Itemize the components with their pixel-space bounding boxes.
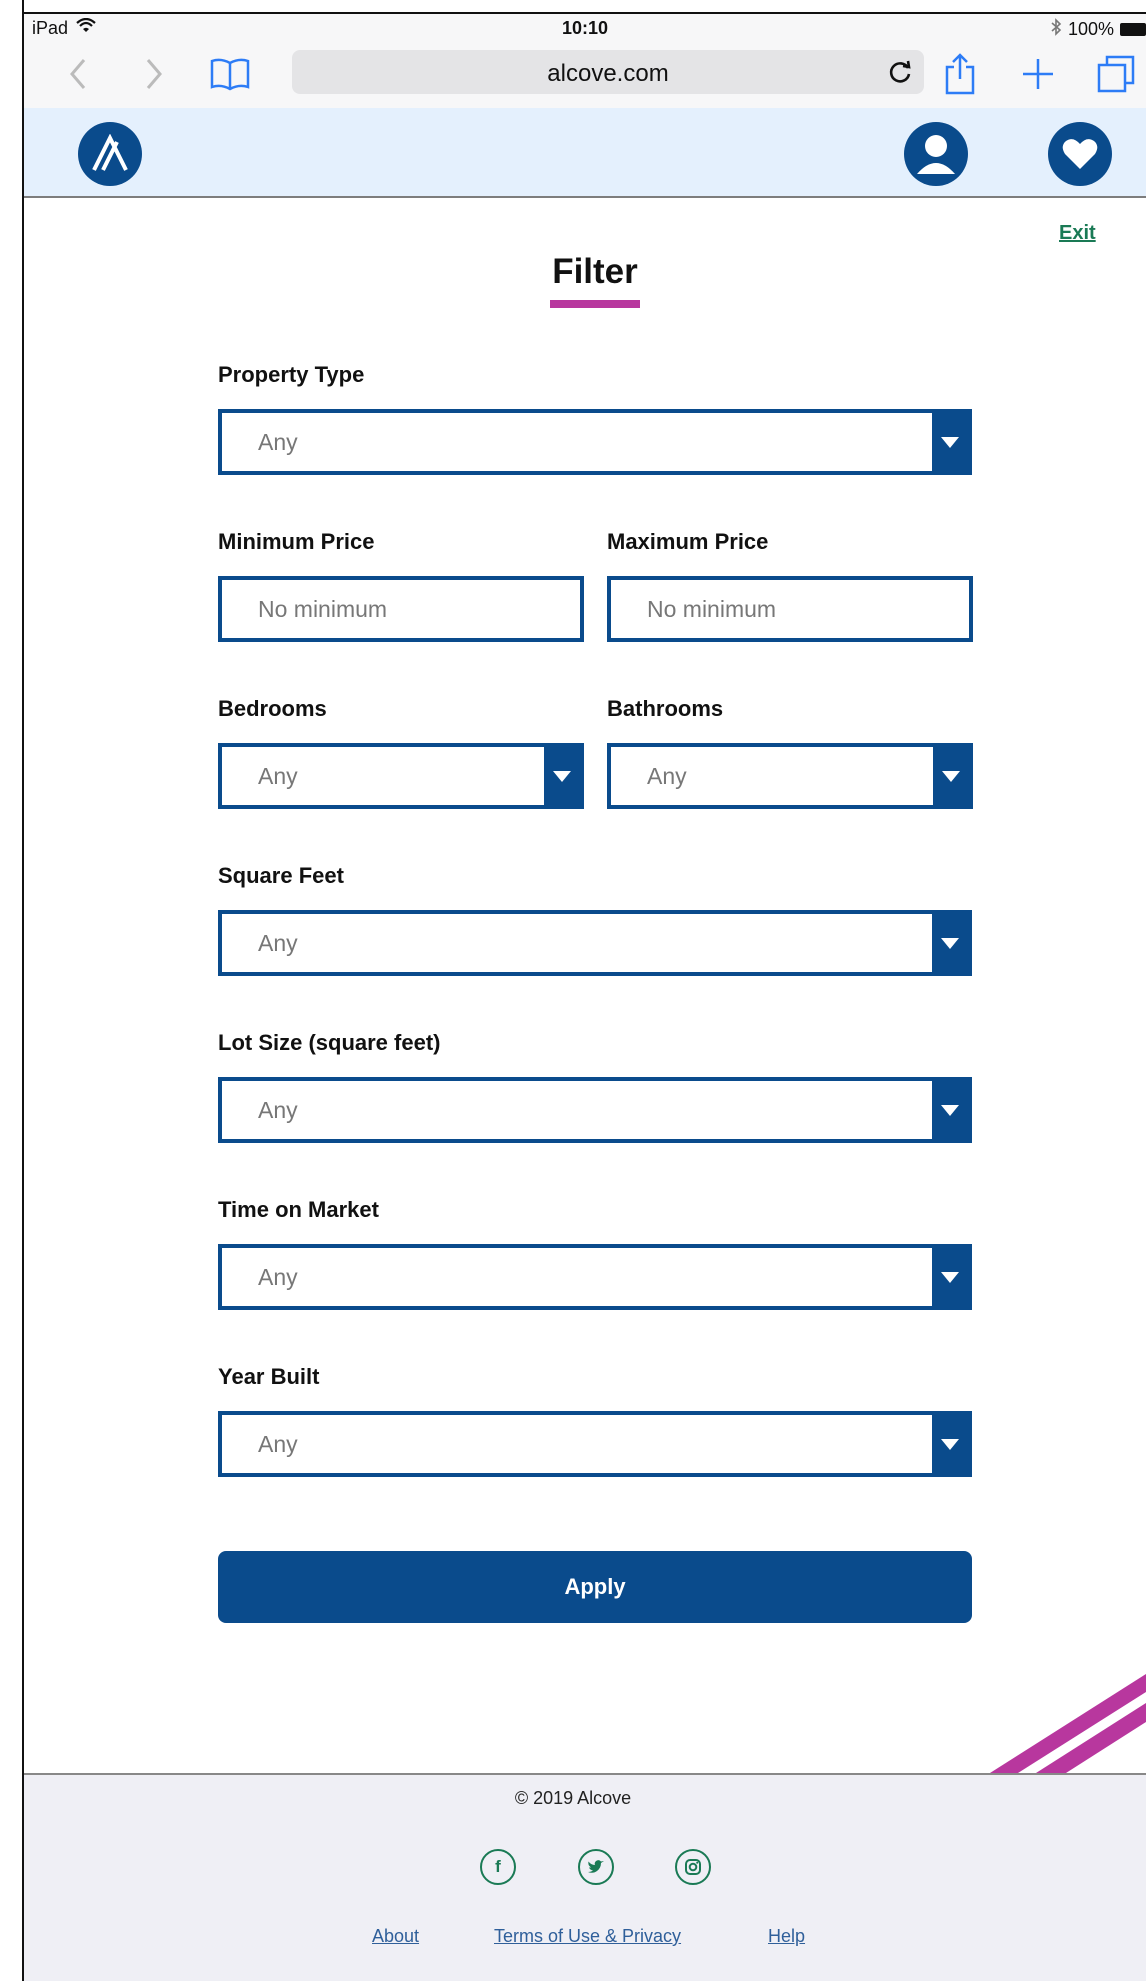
- bedrooms-value: Any: [258, 763, 298, 789]
- property-type-label: Property Type: [218, 362, 365, 387]
- page-title: Filter: [552, 252, 638, 291]
- battery-percent: 100%: [1067, 19, 1114, 39]
- max-price-label: Maximum Price: [607, 529, 769, 554]
- lot-size-select[interactable]: Any: [218, 1077, 972, 1143]
- lot-size-value: Any: [258, 1097, 298, 1123]
- frame-left-border: [22, 0, 24, 1981]
- new-tab-icon[interactable]: [1016, 52, 1060, 96]
- bathrooms-label: Bathrooms: [607, 696, 724, 721]
- bookmarks-icon[interactable]: [208, 52, 252, 96]
- chevron-down-icon: [932, 413, 968, 471]
- exit-link[interactable]: Exit: [1059, 222, 1096, 245]
- clock: 10:10: [561, 18, 609, 38]
- about-link[interactable]: About: [372, 1926, 419, 1947]
- max-price-input[interactable]: No minimum: [607, 576, 973, 642]
- terms-privacy-link[interactable]: Terms of Use & Privacy: [494, 1926, 681, 1947]
- bedrooms-label: Bedrooms: [218, 696, 327, 721]
- chevron-down-icon: [932, 914, 968, 972]
- reload-icon[interactable]: [884, 56, 916, 88]
- bedrooms-select[interactable]: Any: [218, 743, 584, 809]
- bathrooms-select[interactable]: Any: [607, 743, 973, 809]
- copyright-text: © 2019 Alcove: [514, 1788, 632, 1808]
- lot-size-label: Lot Size (square feet): [218, 1030, 441, 1055]
- min-price-input[interactable]: No minimum: [218, 576, 584, 642]
- apply-button[interactable]: Apply: [218, 1551, 972, 1623]
- time-on-market-value: Any: [258, 1264, 298, 1290]
- chevron-down-icon: [544, 747, 580, 805]
- heart-icon: [1062, 139, 1098, 169]
- chevron-down-icon: [932, 1248, 968, 1306]
- decorative-stripes: [980, 1660, 1146, 1773]
- max-price-placeholder: No minimum: [647, 596, 777, 622]
- year-built-value: Any: [258, 1431, 298, 1457]
- twitter-icon[interactable]: [578, 1849, 614, 1885]
- back-icon[interactable]: [56, 52, 100, 96]
- user-icon: [917, 135, 955, 174]
- min-price-label: Minimum Price: [218, 529, 375, 554]
- tabs-icon[interactable]: [1094, 52, 1138, 96]
- bathrooms-value: Any: [647, 763, 687, 789]
- forward-icon[interactable]: [132, 52, 176, 96]
- square-feet-value: Any: [258, 930, 298, 956]
- instagram-icon[interactable]: [675, 1849, 711, 1885]
- year-built-label: Year Built: [218, 1364, 320, 1389]
- year-built-select[interactable]: Any: [218, 1411, 972, 1477]
- chevron-down-icon: [932, 1081, 968, 1139]
- min-price-placeholder: No minimum: [258, 596, 388, 622]
- site-header: [24, 108, 1146, 198]
- time-on-market-label: Time on Market: [218, 1197, 379, 1222]
- title-underline: [550, 300, 640, 308]
- chevron-down-icon: [933, 747, 969, 805]
- account-button[interactable]: [904, 122, 968, 186]
- battery-icon: [1120, 23, 1146, 36]
- bluetooth-icon: [1050, 18, 1062, 41]
- property-type-value: Any: [258, 429, 298, 455]
- time-on-market-select[interactable]: Any: [218, 1244, 972, 1310]
- square-feet-select[interactable]: Any: [218, 910, 972, 976]
- chevron-down-icon: [932, 1415, 968, 1473]
- url-text: alcove.com: [547, 60, 669, 87]
- url-bar[interactable]: alcove.com: [292, 50, 924, 94]
- help-link[interactable]: Help: [768, 1926, 805, 1947]
- browser-toolbar: alcove.com: [24, 42, 1146, 109]
- alcove-logo[interactable]: [78, 122, 142, 186]
- share-icon[interactable]: [938, 52, 982, 96]
- facebook-icon[interactable]: f: [480, 1849, 516, 1885]
- status-bar: iPad 10:10 100%: [24, 14, 1146, 42]
- favorites-button[interactable]: [1048, 122, 1112, 186]
- square-feet-label: Square Feet: [218, 863, 344, 888]
- property-type-select[interactable]: Any: [218, 409, 972, 475]
